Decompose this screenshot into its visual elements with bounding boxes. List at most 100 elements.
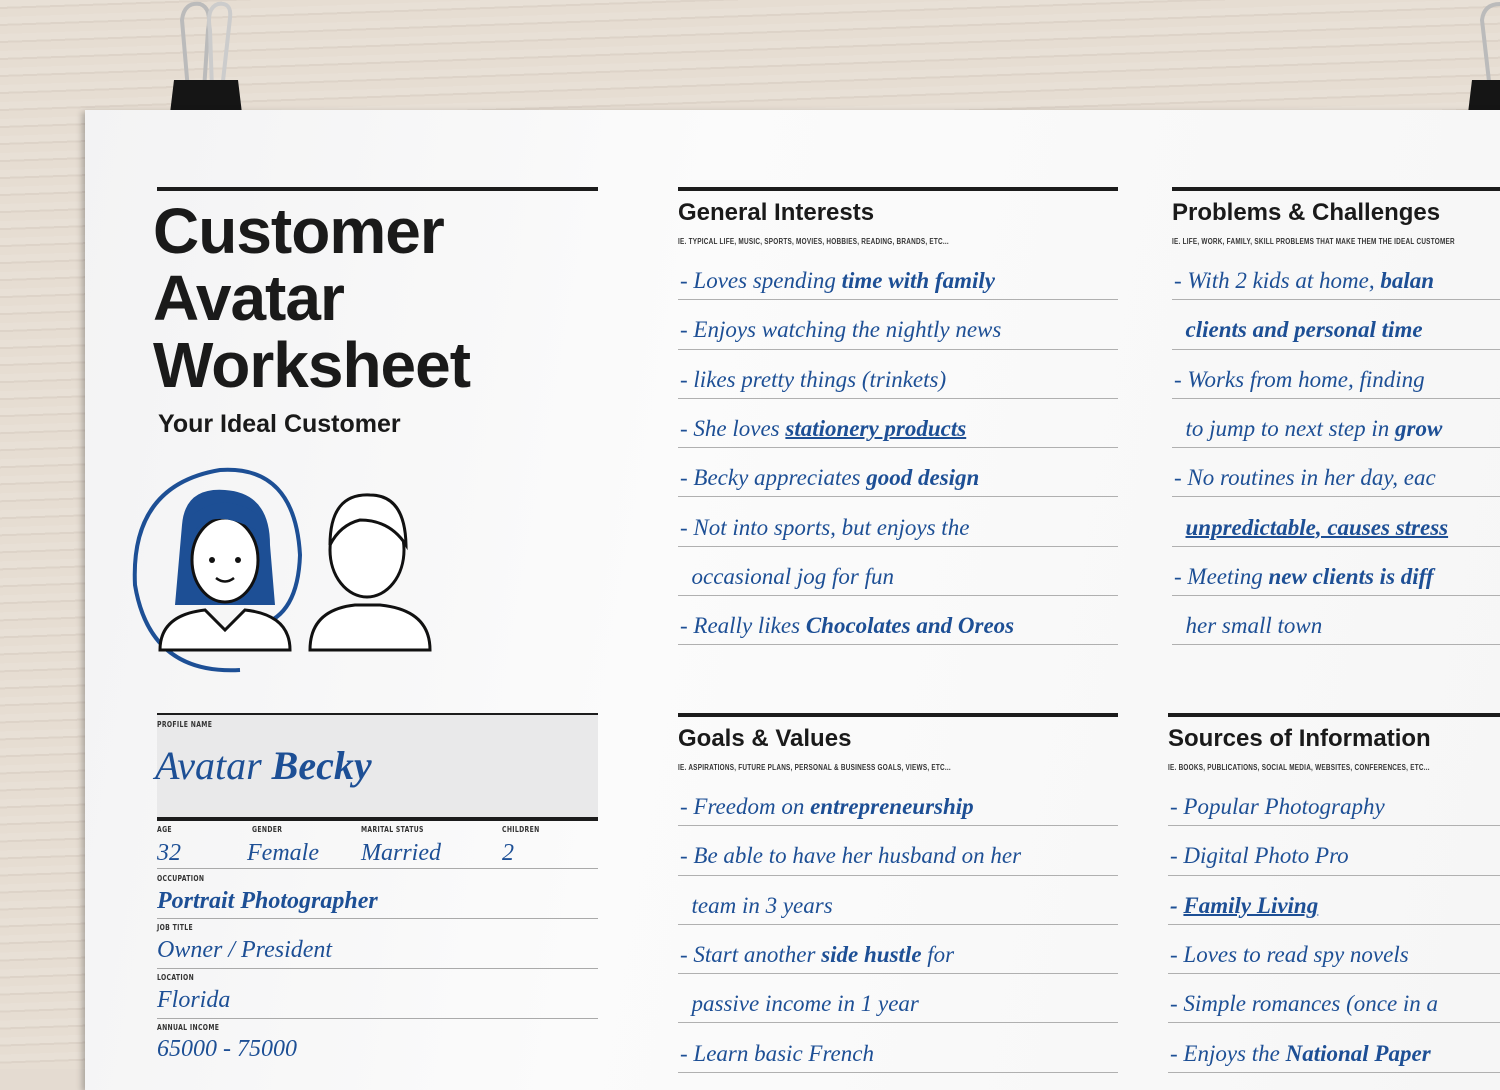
section-hint: IE. TYPICAL LIFE, MUSIC, SPORTS, MOVIES,… bbox=[678, 237, 949, 246]
item-text: for bbox=[921, 941, 955, 967]
item-text: - Really likes bbox=[680, 613, 806, 639]
list-item: - Popular Photography bbox=[1168, 777, 1500, 827]
age-label: AGE bbox=[157, 825, 172, 834]
profile-name-first: Avatar bbox=[155, 743, 262, 788]
item-text: team in 3 years bbox=[680, 892, 833, 918]
title-line: Customer bbox=[153, 195, 445, 267]
children-label: CHILDREN bbox=[502, 825, 540, 834]
list-item: - With 2 kids at home, balan bbox=[1172, 251, 1500, 301]
list-item: clients and personal time bbox=[1172, 300, 1500, 350]
avatar-illustration-icon bbox=[132, 467, 432, 673]
section-rule bbox=[678, 713, 1118, 717]
item-text: - Not into sports, but enjoys the bbox=[680, 514, 970, 540]
item-text: - With 2 kids at home, bbox=[1174, 268, 1381, 293]
divider bbox=[157, 968, 598, 969]
list-item: - Freedom on entrepreneurship bbox=[678, 777, 1118, 827]
list-item: - Loves spending time with family bbox=[678, 251, 1118, 301]
item-text: occasional jog for fun bbox=[680, 563, 895, 589]
section-title: Sources of Information bbox=[1168, 725, 1431, 752]
item-text: - Enjoys watching the nightly news bbox=[680, 317, 1002, 343]
item-text: - Works from home, finding bbox=[1174, 366, 1425, 392]
section-hint: IE. ASPIRATIONS, FUTURE PLANS, PERSONAL … bbox=[678, 763, 951, 772]
item-text: clients and personal time bbox=[1185, 317, 1423, 343]
list-item: passive income in 1 year bbox=[678, 974, 1118, 1024]
title-line: Avatar bbox=[153, 262, 345, 334]
income-value: 65000 - 75000 bbox=[157, 1036, 297, 1062]
item-text: side hustle bbox=[821, 941, 922, 967]
occupation-label: OCCUPATION bbox=[157, 874, 205, 883]
location-value: Florida bbox=[157, 987, 231, 1013]
divider bbox=[157, 1018, 598, 1019]
page-subtitle: Your Ideal Customer bbox=[158, 410, 401, 438]
list-item: - No routines in her day, eac bbox=[1172, 448, 1500, 498]
item-text: time with family bbox=[841, 268, 995, 293]
list-item: to jump to next step in grow bbox=[1172, 399, 1500, 449]
section-hint: IE. LIFE, WORK, FAMILY, SKILL PROBLEMS T… bbox=[1172, 237, 1455, 246]
item-text: her small town bbox=[1174, 613, 1323, 639]
list-item: - Loves to read spy novels bbox=[1168, 925, 1500, 975]
item-text: passive income in 1 year bbox=[680, 991, 919, 1017]
list-item: - Simple romances (once in a bbox=[1168, 974, 1500, 1024]
item-text: grow bbox=[1395, 415, 1443, 441]
item-text: to jump to next step in bbox=[1174, 415, 1396, 441]
divider bbox=[157, 918, 598, 919]
item-text bbox=[1174, 317, 1186, 342]
income-label: ANNUAL INCOME bbox=[157, 1023, 220, 1032]
item-text: unpredictable, causes stress bbox=[1185, 514, 1449, 540]
page-title: Customer Avatar Worksheet bbox=[153, 195, 471, 401]
list-item: occasional jog for fun bbox=[678, 547, 1118, 597]
item-text: - No routines in her day, eac bbox=[1174, 465, 1436, 491]
list-item: - Meeting new clients is diff bbox=[1172, 547, 1500, 597]
list-item: - Works from home, finding bbox=[1172, 350, 1500, 399]
item-text: National Paper bbox=[1285, 1040, 1431, 1066]
section-rule bbox=[678, 187, 1118, 191]
profile-name-value: Avatar Becky bbox=[155, 742, 372, 789]
list-item: - likes pretty things (trinkets) bbox=[678, 350, 1118, 399]
list-item: - Digital Photo Pro bbox=[1168, 826, 1500, 876]
item-text: - Popular Photography bbox=[1170, 794, 1385, 819]
title-rule bbox=[157, 187, 598, 191]
children-value: 2 bbox=[502, 840, 514, 866]
list-item: team in 3 years bbox=[678, 876, 1118, 925]
list-item: - She loves stationery products bbox=[678, 399, 1118, 449]
item-text: stationery products bbox=[785, 415, 967, 441]
item-text: - Learn basic French bbox=[680, 1040, 874, 1066]
occupation-value: Portrait Photographer bbox=[157, 888, 378, 914]
job-title-label: JOB TITLE bbox=[157, 923, 194, 932]
age-value: 32 bbox=[157, 840, 181, 866]
section-title: General Interests bbox=[678, 199, 875, 226]
divider bbox=[157, 868, 598, 869]
item-text: - Loves spending bbox=[680, 268, 842, 293]
worksheet-paper: Customer Avatar Worksheet Your Ideal Cus… bbox=[85, 110, 1500, 1090]
list-item: - Enjoys watching the nightly news bbox=[678, 300, 1118, 350]
profile-name-label: PROFILE NAME bbox=[157, 720, 213, 729]
section-title: Goals & Values bbox=[678, 725, 852, 752]
item-text: - Loves to read spy novels bbox=[1170, 941, 1409, 967]
section-rule bbox=[1168, 713, 1500, 717]
title-line: Worksheet bbox=[153, 329, 471, 401]
item-text: balan bbox=[1380, 268, 1435, 293]
gender-value: Female bbox=[247, 840, 319, 866]
item-text: - bbox=[1170, 892, 1184, 918]
marital-label: MARITAL STATUS bbox=[361, 825, 424, 834]
item-text: new clients is diff bbox=[1268, 563, 1434, 589]
item-text: - Be able to have her husband on her bbox=[680, 843, 1022, 869]
item-text: Chocolates and Oreos bbox=[805, 613, 1015, 639]
list-item: - Enjoys the National Paper bbox=[1168, 1024, 1500, 1073]
list-item: - Becky appreciates good design bbox=[678, 448, 1118, 498]
list-item: unpredictable, causes stress bbox=[1172, 498, 1500, 547]
job-title-value: Owner / President bbox=[157, 937, 333, 963]
marital-value: Married bbox=[361, 840, 441, 866]
item-text: - likes pretty things (trinkets) bbox=[680, 366, 947, 392]
item-text: - She loves bbox=[680, 415, 786, 441]
item-text: Family Living bbox=[1183, 892, 1319, 918]
list-item: - Learn basic French bbox=[678, 1024, 1118, 1073]
list-item: - Start another side hustle for bbox=[678, 925, 1118, 975]
profile-bottom-rule bbox=[157, 817, 598, 821]
section-rule bbox=[1172, 187, 1500, 191]
item-text: - Simple romances (once in a bbox=[1170, 991, 1439, 1017]
section-title: Problems & Challenges bbox=[1172, 199, 1441, 226]
list-item: her small town bbox=[1172, 596, 1500, 646]
section-hint: IE. BOOKS, PUBLICATIONS, SOCIAL MEDIA, W… bbox=[1168, 763, 1430, 772]
gender-label: GENDER bbox=[252, 825, 283, 834]
